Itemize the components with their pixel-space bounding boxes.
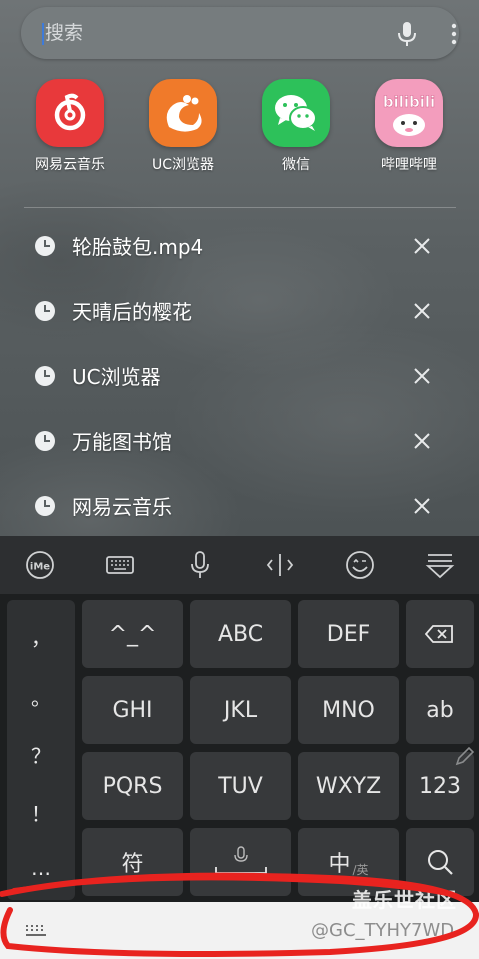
key-jkl[interactable]: JKL [190, 676, 291, 744]
close-icon[interactable] [411, 300, 433, 322]
more-vertical-icon[interactable] [445, 21, 463, 47]
space-mic-icon [214, 846, 267, 874]
clock-icon [35, 301, 55, 321]
key-ghi[interactable]: GHI [82, 676, 183, 744]
ime-logo-icon[interactable]: iMe [25, 550, 55, 580]
keyboard-toolbar: iMe [0, 536, 479, 594]
clock-icon [35, 431, 55, 451]
app-netease-music[interactable]: 网易云音乐 [20, 79, 120, 174]
text-caret [42, 23, 44, 45]
language-key-sub: /英 [352, 863, 369, 877]
bilibili-icon: bilibili [375, 79, 443, 147]
wechat-icon [262, 79, 330, 147]
keyboard-switch-icon[interactable] [24, 924, 48, 940]
punct-key[interactable]: 。 [7, 682, 75, 711]
app-label: 网易云音乐 [35, 157, 105, 173]
key-mno[interactable]: MNO [298, 676, 399, 744]
pen-icon [455, 746, 475, 766]
close-icon[interactable] [411, 365, 433, 387]
history-text: 网易云音乐 [72, 495, 172, 519]
history-item[interactable]: 网易云音乐 [0, 481, 479, 537]
keyboard-icon[interactable] [105, 550, 135, 580]
app-label: 微信 [282, 157, 310, 173]
history-item[interactable]: 万能图书馆 [0, 416, 479, 472]
netease-music-icon [36, 79, 104, 147]
punct-key[interactable]: ？ [7, 740, 75, 769]
space-key[interactable] [190, 828, 291, 896]
backspace-icon [425, 625, 453, 643]
key-emoticon[interactable]: ^_^ [82, 600, 183, 668]
app-label: UC浏览器 [151, 157, 215, 173]
close-icon[interactable] [411, 430, 433, 452]
app-wechat[interactable]: 微信 [246, 79, 346, 174]
collapse-keyboard-icon[interactable] [425, 550, 455, 580]
history-text: 天晴后的樱花 [72, 300, 192, 324]
history-text: 轮胎鼓包.mp4 [72, 235, 204, 259]
close-icon[interactable] [411, 495, 433, 517]
svg-text:iMe: iMe [30, 562, 50, 573]
clock-icon [35, 366, 55, 386]
search-icon [428, 850, 453, 875]
punctuation-column[interactable]: ， 。 ？ ！ … [7, 600, 75, 900]
punct-key[interactable]: … [7, 856, 75, 880]
key-tuv[interactable]: TUV [190, 752, 291, 820]
divider [24, 207, 456, 208]
app-uc-browser[interactable]: UC浏览器 [133, 79, 233, 174]
app-label: 哔哩哔哩 [381, 157, 437, 173]
search-input[interactable] [45, 17, 345, 49]
key-wxyz[interactable]: WXYZ [298, 752, 399, 820]
microphone-icon[interactable] [185, 550, 215, 580]
history-text: UC浏览器 [72, 365, 161, 389]
key-ab[interactable]: ab [406, 676, 474, 744]
microphone-icon[interactable] [395, 21, 419, 47]
svg-text:bilibili: bilibili [383, 93, 435, 111]
cursor-move-icon[interactable] [265, 550, 295, 580]
watermark-username: @GC_TYHY7WD [311, 920, 455, 941]
clock-icon [35, 496, 55, 516]
language-key-main: 中 [328, 852, 351, 877]
punct-key[interactable]: ， [7, 622, 75, 651]
backspace-key[interactable] [406, 600, 474, 668]
history-item[interactable]: UC浏览器 [0, 351, 479, 407]
clock-icon [35, 236, 55, 256]
history-item[interactable]: 轮胎鼓包.mp4 [0, 221, 479, 277]
history-text: 万能图书馆 [72, 430, 172, 454]
key-def[interactable]: DEF [298, 600, 399, 668]
key-pqrs[interactable]: PQRS [82, 752, 183, 820]
key-symbols[interactable]: 符 [82, 828, 183, 896]
uc-browser-icon [149, 79, 217, 147]
key-abc[interactable]: ABC [190, 600, 291, 668]
close-icon[interactable] [411, 235, 433, 257]
punct-key[interactable]: ！ [7, 798, 75, 827]
search-bar[interactable] [21, 7, 459, 59]
emoji-icon[interactable] [345, 550, 375, 580]
history-item[interactable]: 天晴后的樱花 [0, 286, 479, 342]
app-bilibili[interactable]: bilibili 哔哩哔哩 [359, 79, 459, 174]
watermark-logo: 盖乐世社区 [352, 888, 457, 912]
